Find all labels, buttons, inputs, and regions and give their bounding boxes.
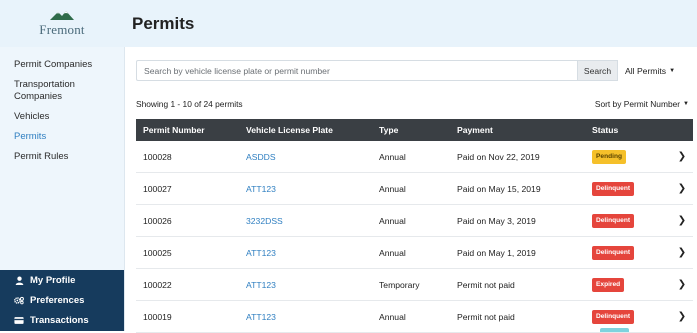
permits-table: Permit Number Vehicle License Plate Type… [136,119,693,333]
search-button[interactable]: Search [577,60,618,81]
status-badge: Expired [592,277,625,292]
table-row[interactable]: 100022 ATT123 Temporary Permit not paid Expi… [136,269,693,301]
license-plate-link[interactable]: ASDDS [238,152,379,162]
table-row[interactable]: 100026 3232DSS Annual Paid on May 3, 2019 De… [136,205,693,237]
user-icon [14,275,24,285]
column-header-status[interactable]: Status [592,125,671,135]
sidebar-item-permit-companies[interactable]: Permit Companies [0,55,124,75]
payment-status: Paid on Nov 22, 2019 [457,151,540,162]
chevron-right-icon[interactable]: ❯ [678,183,686,194]
permit-type: Annual [379,311,406,322]
card-icon [14,315,24,325]
status-badge: Delinquent [592,309,635,324]
caret-down-icon: ▼ [683,101,689,107]
chevron-right-icon[interactable]: ❯ [678,247,686,258]
gears-icon [14,295,24,305]
results-count: Showing 1 - 10 of 24 permits [136,99,243,109]
page-title: Permits [132,13,195,33]
chevron-right-icon[interactable]: ❯ [678,151,686,162]
permit-number: 100019 [143,311,172,322]
permit-type: Annual [379,183,406,194]
column-header-permit-number[interactable]: Permit Number [136,125,238,135]
permit-number: 100028 [143,151,172,162]
chevron-right-icon[interactable]: ❯ [678,279,686,290]
page-header: Permits [124,0,697,47]
table-row[interactable]: 100028 ASDDS Annual Paid on Nov 22, 2019 Pen… [136,141,693,173]
license-plate-link[interactable]: ATT123 [238,312,379,322]
permits-filter-dropdown[interactable]: All Permits ▼ [625,66,675,76]
payment-status: Paid on May 1, 2019 [457,247,536,258]
permit-type: Annual [379,151,406,162]
payment-status: Paid on May 3, 2019 [457,215,536,226]
payment-status: Permit not paid [457,279,515,290]
chevron-right-icon[interactable]: ❯ [678,215,686,226]
table-body: 100028 ASDDS Annual Paid on Nov 22, 2019 Pen… [136,141,693,333]
license-plate-link[interactable]: ATT123 [238,248,379,258]
sort-dropdown[interactable]: Sort by Permit Number ▼ [595,99,689,109]
sidebar-nav: Permit Companies Transportation Companie… [0,47,124,167]
table-row[interactable]: 100027 ATT123 Annual Paid on May 15, 2019 De… [136,173,693,205]
permits-filter-label: All Permits [625,65,667,76]
transactions-link[interactable]: Transactions [0,310,124,330]
caret-down-icon: ▼ [669,67,676,74]
transactions-label: Transactions [30,314,89,326]
table-row[interactable]: 100025 ATT123 Annual Paid on May 1, 2019 Del… [136,237,693,269]
chevron-right-icon[interactable]: ❯ [678,311,686,322]
permit-type: Temporary [379,279,420,290]
permit-number: 100026 [143,215,172,226]
my-profile-label: My Profile [30,274,76,286]
permit-number: 100022 [143,279,172,290]
license-plate-link[interactable]: 3232DSS [238,216,379,226]
preferences-link[interactable]: Preferences [0,290,124,310]
account-nav: My Profile Preferences Transactions [0,270,124,331]
column-header-payment[interactable]: Payment [457,125,592,135]
my-profile-link[interactable]: My Profile [0,270,124,290]
payment-status: Paid on May 15, 2019 [457,183,541,194]
sidebar: Fremont Permit Companies Transportation … [0,0,125,331]
status-badge: Delinquent [592,181,635,196]
payment-status: Permit not paid [457,311,515,322]
sidebar-item-permit-rules[interactable]: Permit Rules [0,147,124,167]
search-bar: Search by vehicle license plate or permi… [136,59,693,82]
logo[interactable]: Fremont [0,0,124,47]
column-header-type[interactable]: Type [379,125,457,135]
permit-type: Annual [379,247,406,258]
status-badge: Delinquent [592,213,635,228]
status-badge: Delinquent [592,245,635,260]
sidebar-item-vehicles[interactable]: Vehicles [0,107,124,127]
sidebar-item-permits[interactable]: Permits [0,127,124,147]
status-badge-partial [600,328,629,332]
permit-number: 100025 [143,247,172,258]
logo-text: Fremont [39,22,85,37]
mountain-icon [50,11,74,20]
permit-type: Annual [379,215,406,226]
search-input[interactable]: Search by vehicle license plate or permi… [136,60,577,81]
license-plate-link[interactable]: ATT123 [238,280,379,290]
preferences-label: Preferences [30,294,85,306]
column-header-vehicle-license-plate[interactable]: Vehicle License Plate [238,125,379,135]
table-header: Permit Number Vehicle License Plate Type… [136,119,693,141]
sidebar-item-transportation-companies[interactable]: Transportation Companies [0,75,124,107]
sort-label: Sort by Permit Number [594,99,681,109]
permit-number: 100027 [143,183,172,194]
status-badge: Pending [592,149,627,164]
license-plate-link[interactable]: ATT123 [238,184,379,194]
